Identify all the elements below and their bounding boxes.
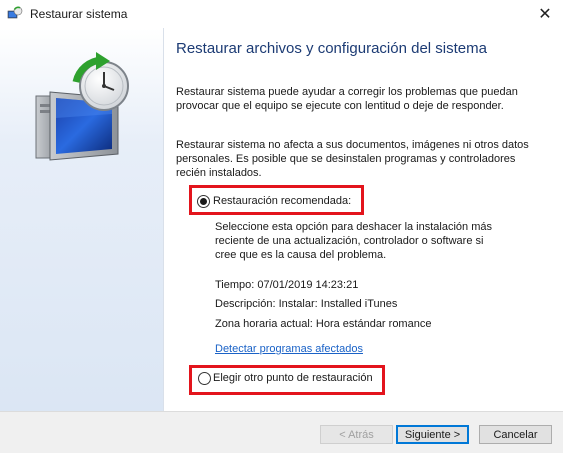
- next-button[interactable]: Siguiente >: [396, 425, 469, 444]
- choose-other-restore-point-radio[interactable]: [198, 372, 211, 385]
- choose-other-restore-point-label[interactable]: Elegir otro punto de restauración: [213, 372, 373, 384]
- recommended-restore-radio[interactable]: [197, 195, 210, 208]
- restore-time: Tiempo: 07/01/2019 14:23:21: [215, 279, 359, 291]
- main-content: Restaurar archivos y configuración del s…: [163, 28, 563, 411]
- system-restore-illustration-icon: [35, 52, 129, 161]
- close-icon: ✕: [538, 6, 552, 23]
- back-button[interactable]: < Atrás: [320, 425, 393, 444]
- recommended-description: Seleccione esta opción para deshacer la …: [215, 221, 492, 261]
- sidebar-illustration-panel: [0, 28, 164, 411]
- restore-description: Descripción: Instalar: Installed iTunes: [215, 298, 398, 310]
- title-bar: Restaurar sistema ✕: [0, 0, 563, 28]
- system-restore-app-icon: [7, 6, 23, 19]
- note-text: Restaurar sistema no afecta a sus docume…: [176, 139, 529, 179]
- restore-timezone: Zona horaria actual: Hora estándar roman…: [215, 318, 432, 330]
- page-title: Restaurar archivos y configuración del s…: [176, 40, 487, 57]
- radio-selected-dot: [200, 198, 207, 205]
- cancel-button[interactable]: Cancelar: [479, 425, 552, 444]
- close-button[interactable]: ✕: [527, 0, 563, 28]
- window-title: Restaurar sistema: [30, 7, 128, 21]
- footer-button-bar: < Atrás Siguiente > Cancelar: [0, 411, 563, 453]
- detect-affected-programs-link[interactable]: Detectar programas afectados: [215, 343, 363, 355]
- intro-text: Restaurar sistema puede ayudar a corregi…: [176, 86, 518, 112]
- recommended-restore-label[interactable]: Restauración recomendada:: [213, 195, 351, 207]
